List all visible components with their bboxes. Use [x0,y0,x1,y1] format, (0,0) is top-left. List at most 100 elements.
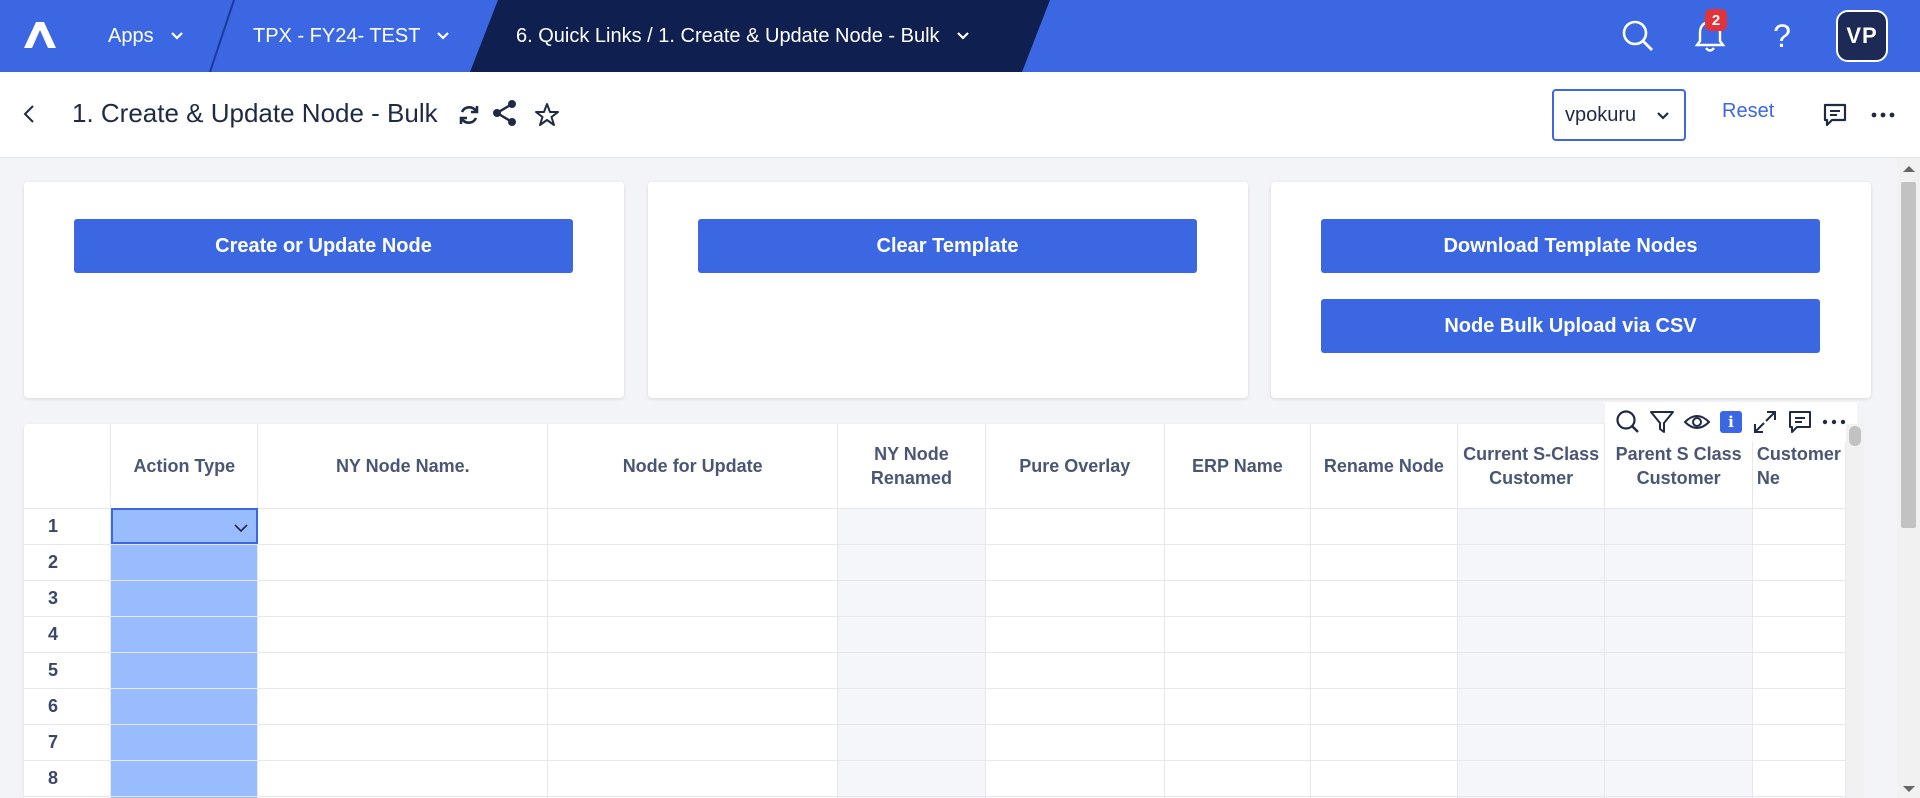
grid-cell[interactable] [257,508,549,545]
grid-cell[interactable] [1310,724,1458,761]
column-header[interactable]: Action Type [110,424,259,509]
grid-scrollbar[interactable] [1846,424,1864,798]
grid-cell[interactable] [837,580,986,617]
grid-cell[interactable] [985,580,1165,617]
page-scrollbar[interactable] [1897,158,1920,798]
grid-cell[interactable] [1752,580,1846,617]
grid-cell[interactable] [1752,724,1846,761]
grid-cell[interactable] [547,580,839,617]
grid-cell[interactable] [1310,544,1458,581]
grid-cell[interactable] [1604,688,1753,725]
column-header[interactable]: NY Node Name. [257,424,549,509]
action-type-cell[interactable] [110,760,259,797]
info-icon[interactable]: i [1717,408,1745,436]
grid-cell[interactable] [1164,760,1311,797]
grid-cell[interactable] [985,652,1165,689]
column-header[interactable]: Current S-Class Customer [1457,424,1606,509]
help-icon[interactable]: ? [1760,14,1804,58]
grid-cell[interactable] [547,724,839,761]
grid-cell[interactable] [985,508,1165,545]
grid-cell[interactable] [1310,616,1458,653]
grid-cell[interactable] [837,760,986,797]
grid-cell[interactable] [1457,508,1606,545]
grid-cell[interactable] [1457,688,1606,725]
action-type-cell[interactable] [110,724,259,761]
grid-cell[interactable] [1752,544,1846,581]
grid-cell[interactable] [1310,760,1458,797]
grid-cell[interactable] [1457,616,1606,653]
more-options-icon[interactable] [1868,100,1898,130]
grid-cell[interactable] [1752,508,1846,545]
grid-cell[interactable] [1604,544,1753,581]
grid-cell[interactable] [837,544,986,581]
grid-cell[interactable] [1164,652,1311,689]
grid-cell[interactable] [257,580,549,617]
grid-cell[interactable] [1164,544,1311,581]
action-type-cell[interactable] [110,616,259,653]
page-scrollbar-thumb[interactable] [1901,182,1916,528]
share-icon[interactable] [490,98,520,128]
user-select-dropdown[interactable]: vpokuru [1552,89,1686,141]
favorite-star-icon[interactable] [532,100,562,130]
comment-icon[interactable] [1820,100,1850,130]
column-header[interactable]: Node for Update [547,424,839,509]
nav-page-menu[interactable]: 6. Quick Links / 1. Create & Update Node… [516,0,970,72]
download-template-nodes-button[interactable]: Download Template Nodes [1321,219,1820,273]
grid-cell[interactable] [1310,652,1458,689]
grid-cell[interactable] [1752,652,1846,689]
scroll-up-arrow-icon[interactable] [1903,166,1915,172]
grid-cell[interactable] [985,688,1165,725]
grid-cell[interactable] [1164,616,1311,653]
grid-cell[interactable] [1310,688,1458,725]
reset-button[interactable]: Reset [1722,100,1774,123]
refresh-icon[interactable] [454,100,484,130]
grid-cell[interactable] [985,616,1165,653]
clear-template-button[interactable]: Clear Template [698,219,1197,273]
grid-cell[interactable] [1604,616,1753,653]
create-or-update-node-button[interactable]: Create or Update Node [74,219,573,273]
scroll-down-arrow-icon[interactable] [1903,786,1915,792]
grid-cell[interactable] [837,652,986,689]
expand-icon[interactable] [1751,408,1779,436]
grid-cell[interactable] [547,760,839,797]
column-header[interactable]: Pure Overlay [985,424,1165,509]
back-arrow-icon[interactable] [18,102,42,126]
grid-cell[interactable] [257,652,549,689]
eye-icon[interactable] [1683,408,1711,436]
grid-cell[interactable] [1164,580,1311,617]
grid-cell[interactable] [837,688,986,725]
grid-scrollbar-thumb[interactable] [1849,426,1861,446]
grid-cell[interactable] [1457,724,1606,761]
grid-cell[interactable] [985,544,1165,581]
action-type-cell[interactable] [110,688,259,725]
grid-cell[interactable] [1604,508,1753,545]
grid-cell[interactable] [1752,616,1846,653]
column-header[interactable]: NY Node Renamed [837,424,986,509]
action-type-cell[interactable] [110,544,259,581]
chevron-down-icon[interactable] [233,520,249,536]
nav-model-menu[interactable]: TPX - FY24- TEST [253,0,450,72]
grid-cell[interactable] [985,724,1165,761]
grid-cell[interactable] [547,544,839,581]
grid-cell[interactable] [257,544,549,581]
grid-cell[interactable] [1604,724,1753,761]
grid-cell[interactable] [1752,688,1846,725]
grid-cell[interactable] [985,760,1165,797]
grid-cell[interactable] [547,616,839,653]
grid-cell[interactable] [257,724,549,761]
grid-cell[interactable] [1457,544,1606,581]
grid-cell[interactable] [1457,760,1606,797]
node-bulk-upload-csv-button[interactable]: Node Bulk Upload via CSV [1321,299,1820,353]
grid-cell[interactable] [1310,508,1458,545]
grid-cell[interactable] [837,508,986,545]
anaplan-logo-icon[interactable] [22,20,58,50]
column-header[interactable]: ERP Name [1164,424,1311,509]
action-type-cell[interactable] [110,652,259,689]
grid-cell[interactable] [1604,652,1753,689]
action-type-cell[interactable] [110,580,259,617]
grid-cell[interactable] [1164,688,1311,725]
grid-search-icon[interactable] [1614,408,1642,436]
search-icon[interactable] [1616,14,1660,58]
comment-icon[interactable] [1786,408,1814,436]
grid-cell[interactable] [547,508,839,545]
